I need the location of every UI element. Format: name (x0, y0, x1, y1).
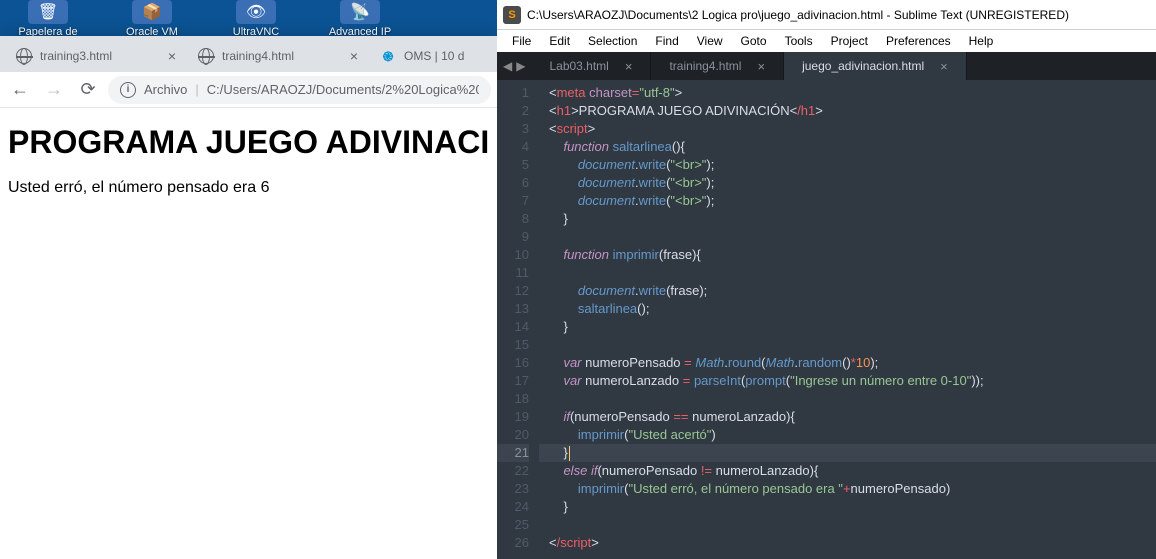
desktop-icon[interactable]: 📦Oracle VM (112, 0, 192, 38)
menu-help[interactable]: Help (960, 32, 1003, 50)
desktop-icon[interactable]: 🗑Papelera de (8, 0, 88, 38)
browser-tab[interactable]: training3.html × (6, 40, 186, 72)
advanced-ip-icon: 📡 (340, 0, 380, 24)
menu-project[interactable]: Project (822, 32, 877, 50)
tab-next-icon[interactable]: ▶ (516, 59, 525, 73)
globe-icon (198, 48, 214, 64)
menu-view[interactable]: View (688, 32, 732, 50)
menu-preferences[interactable]: Preferences (877, 32, 960, 50)
desktop-icon[interactable]: 📡Advanced IP (320, 0, 400, 38)
sublime-icon: S (503, 6, 521, 24)
close-icon[interactable]: × (168, 49, 176, 63)
browser-tab[interactable]: training4.html × (188, 40, 368, 72)
tab-title: training3.html (40, 49, 162, 63)
close-icon[interactable]: × (625, 59, 633, 74)
line-gutter: 1234567891011121314151617181920212223242… (497, 80, 539, 559)
code-content[interactable]: <meta charset="utf-8"><h1>PROGRAMA JUEGO… (539, 80, 1156, 559)
browser-toolbar: ← → ⟳ i Archivo | C:/Users/ARAOZJ/Docume… (0, 72, 497, 108)
editor-tab-label: training4.html (669, 59, 741, 73)
tab-prev-icon[interactable]: ◀ (503, 59, 512, 73)
editor-tab[interactable]: Lab03.html × (531, 52, 651, 80)
chrome-window: training3.html × training4.html × ֎ OMS … (0, 36, 497, 559)
sublime-window: S C:\Users\ARAOZJ\Documents\2 Logica pro… (497, 0, 1156, 559)
url-separator: | (195, 82, 198, 97)
menu-goto[interactable]: Goto (732, 32, 776, 50)
tab-title: OMS | 10 d (404, 49, 464, 63)
desktop-icons: 🗑Papelera de 📦Oracle VM 👁UltraVNC 📡Advan… (0, 0, 408, 38)
ultravnc-icon: 👁 (236, 0, 276, 24)
desktop-icon[interactable]: 👁UltraVNC (216, 0, 296, 38)
page-heading: PROGRAMA JUEGO ADIVINACIÓN (8, 124, 489, 161)
editor-tab-label: Lab03.html (549, 59, 608, 73)
virtualbox-icon: 📦 (132, 0, 172, 24)
menu-bar: File Edit Selection Find View Goto Tools… (497, 30, 1156, 52)
code-editor[interactable]: 1234567891011121314151617181920212223242… (497, 80, 1156, 559)
browser-tab[interactable]: ֎ OMS | 10 d (370, 40, 474, 72)
tab-nav: ◀ ▶ (497, 52, 531, 80)
editor-tab[interactable]: training4.html × (651, 52, 784, 80)
menu-tools[interactable]: Tools (776, 32, 822, 50)
who-icon: ֎ (380, 48, 396, 64)
close-icon[interactable]: × (757, 59, 765, 74)
close-icon[interactable]: × (940, 59, 948, 74)
tab-title: training4.html (222, 49, 344, 63)
browser-viewport: PROGRAMA JUEGO ADIVINACIÓN Usted erró, e… (0, 108, 497, 559)
url-text: C:/Users/ARAOZJ/Documents/2%20Logica%20 (207, 82, 479, 97)
window-title: C:\Users\ARAOZJ\Documents\2 Logica pro\j… (527, 8, 1069, 22)
reload-button[interactable]: ⟳ (74, 76, 102, 104)
recycle-bin-icon: 🗑 (28, 0, 68, 24)
back-button[interactable]: ← (6, 76, 34, 104)
forward-button[interactable]: → (40, 76, 68, 104)
site-info-icon[interactable]: i (120, 82, 136, 98)
menu-find[interactable]: Find (646, 32, 687, 50)
page-body: Usted erró, el número pensado era 6 (8, 179, 489, 197)
globe-icon (16, 48, 32, 64)
menu-file[interactable]: File (503, 32, 540, 50)
close-icon[interactable]: × (350, 49, 358, 63)
browser-tabstrip: training3.html × training4.html × ֎ OMS … (0, 36, 497, 72)
url-prefix: Archivo (144, 82, 187, 97)
editor-tab-label: juego_adivinacion.html (802, 59, 924, 73)
titlebar[interactable]: S C:\Users\ARAOZJ\Documents\2 Logica pro… (497, 0, 1156, 30)
address-bar[interactable]: i Archivo | C:/Users/ARAOZJ/Documents/2%… (108, 76, 491, 104)
menu-edit[interactable]: Edit (540, 32, 579, 50)
editor-tab-active[interactable]: juego_adivinacion.html × (784, 52, 967, 80)
menu-selection[interactable]: Selection (579, 32, 646, 50)
editor-tabstrip: ◀ ▶ Lab03.html × training4.html × juego_… (497, 52, 1156, 80)
